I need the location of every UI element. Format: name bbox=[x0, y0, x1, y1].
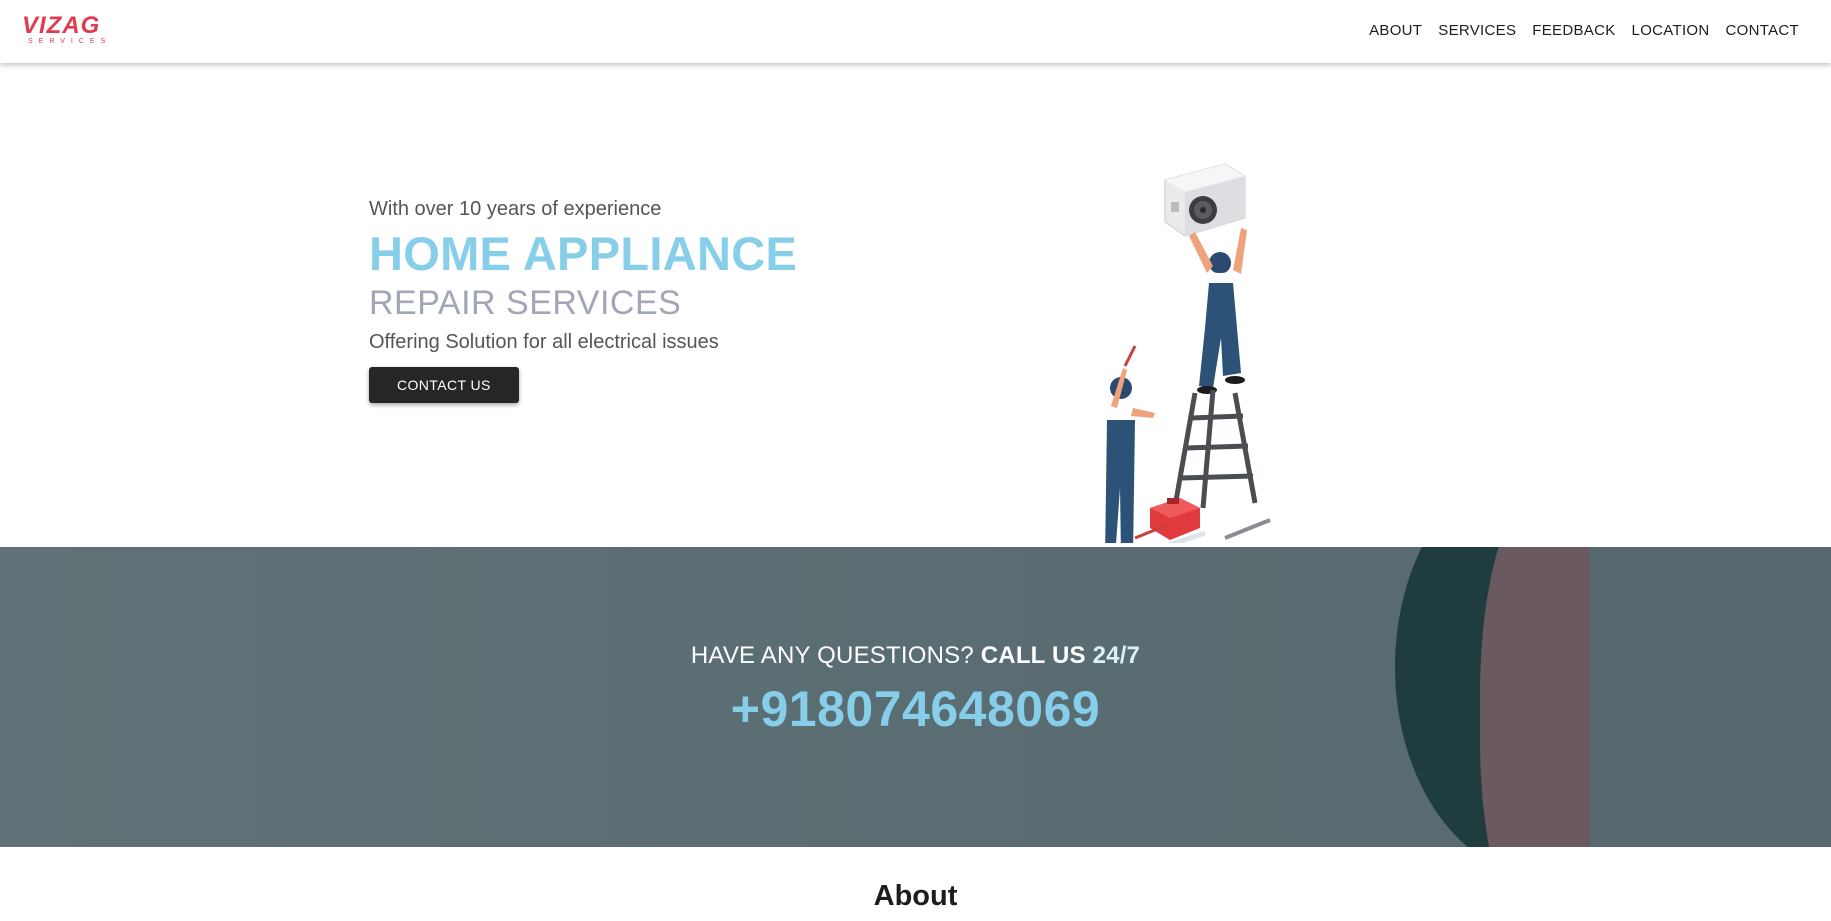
brand-logo[interactable]: VIZAG SERVICES bbox=[22, 12, 118, 46]
nav-item-feedback[interactable]: FEEDBACK bbox=[1532, 22, 1615, 39]
nav-item-about[interactable]: ABOUT bbox=[1369, 22, 1422, 39]
hero-title-secondary: REPAIR SERVICES bbox=[369, 284, 682, 322]
technicians-illustration bbox=[1105, 163, 1271, 543]
hero-subtitle: Offering Solution for all electrical iss… bbox=[369, 331, 719, 353]
call-text: HAVE ANY QUESTIONS? CALL US 24/7 +918074… bbox=[0, 642, 1831, 738]
hours-text: 24/7 bbox=[1092, 642, 1141, 669]
call-us-text: CALL US bbox=[980, 642, 1086, 669]
ladder-icon bbox=[1170, 389, 1258, 519]
about-section: About bbox=[0, 847, 1831, 921]
hero-title: HOME APPLIANCE bbox=[369, 227, 798, 280]
nav-item-location[interactable]: LOCATION bbox=[1632, 22, 1710, 39]
logo-subtext: SERVICES bbox=[28, 38, 112, 45]
hero-text: With over 10 years of experience HOME AP… bbox=[369, 197, 797, 403]
call-question: HAVE ANY QUESTIONS? CALL US 24/7 bbox=[0, 642, 1831, 670]
call-band: HAVE ANY QUESTIONS? CALL US 24/7 +918074… bbox=[0, 547, 1831, 847]
about-heading: About bbox=[873, 880, 958, 912]
contact-us-button[interactable]: CONTACT US bbox=[369, 367, 519, 403]
phone-number[interactable]: +918074648069 bbox=[0, 680, 1831, 738]
hero-experience: With over 10 years of experience bbox=[369, 198, 662, 220]
toolbox-icon bbox=[1150, 498, 1200, 540]
technician-standing-icon bbox=[1105, 345, 1155, 543]
site-header: VIZAG SERVICES ABOUT SERVICES FEEDBACK L… bbox=[0, 0, 1831, 63]
logo-text: VIZAG bbox=[22, 12, 101, 39]
question-text: HAVE ANY QUESTIONS? bbox=[690, 642, 974, 669]
hero-section: With over 10 years of experience HOME AP… bbox=[0, 63, 1831, 547]
technician-on-ladder-icon bbox=[1189, 228, 1247, 394]
main-nav: ABOUT SERVICES FEEDBACK LOCATION CONTACT bbox=[1369, 22, 1799, 39]
nav-item-services[interactable]: SERVICES bbox=[1438, 22, 1516, 39]
ac-unit-icon bbox=[1164, 163, 1246, 237]
nav-item-contact[interactable]: CONTACT bbox=[1726, 22, 1799, 39]
